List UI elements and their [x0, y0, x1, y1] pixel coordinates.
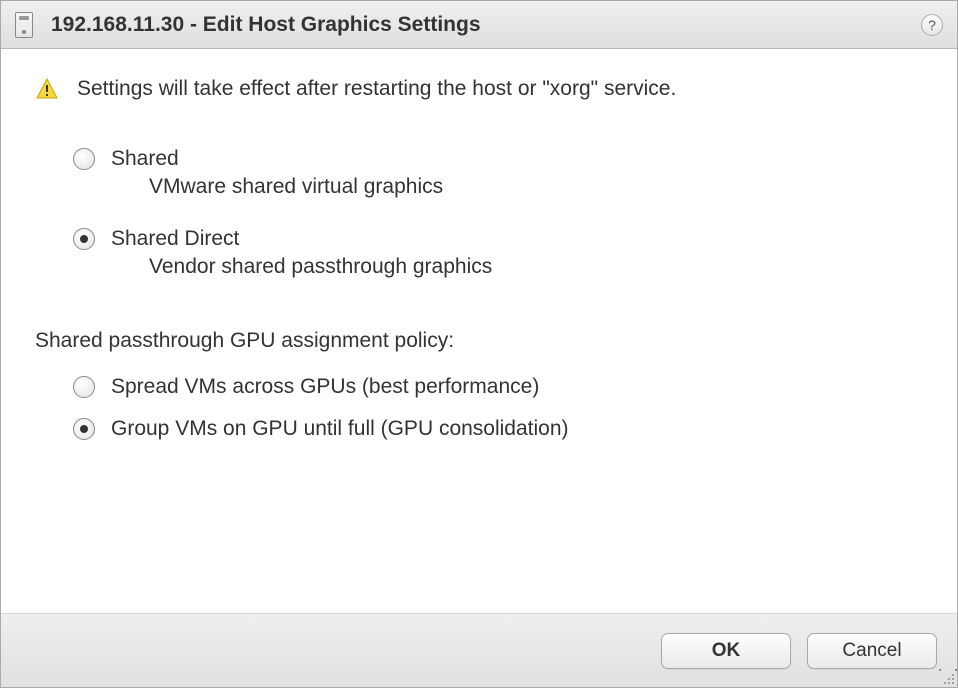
radio-icon — [73, 376, 95, 398]
host-icon — [15, 12, 33, 38]
ok-button[interactable]: OK — [661, 633, 791, 669]
graphics-mode-shared-direct-desc: Vendor shared passthrough graphics — [73, 255, 923, 279]
radio-label: Group VMs on GPU until full (GPU consoli… — [111, 417, 569, 441]
dialog-title: 192.168.11.30 - Edit Host Graphics Setti… — [51, 13, 481, 37]
policy-section-label: Shared passthrough GPU assignment policy… — [35, 329, 923, 353]
titlebar: 192.168.11.30 - Edit Host Graphics Setti… — [1, 1, 957, 49]
radio-icon — [73, 418, 95, 440]
graphics-mode-shared-desc: VMware shared virtual graphics — [73, 175, 923, 199]
radio-icon — [73, 228, 95, 250]
policy-spread[interactable]: Spread VMs across GPUs (best performance… — [73, 375, 923, 399]
warning-message: Settings will take effect after restarti… — [35, 77, 923, 101]
radio-label: Shared Direct — [111, 227, 239, 251]
dialog-content: Settings will take effect after restarti… — [1, 49, 957, 613]
dialog-footer: OK Cancel — [1, 613, 957, 687]
radio-label: Spread VMs across GPUs (best performance… — [111, 375, 539, 399]
warning-icon — [35, 77, 59, 101]
cancel-button[interactable]: Cancel — [807, 633, 937, 669]
resize-grip-icon[interactable] — [939, 669, 955, 685]
graphics-mode-group: Shared VMware shared virtual graphics Sh… — [35, 147, 923, 279]
graphics-mode-shared[interactable]: Shared — [73, 147, 923, 171]
help-icon[interactable]: ? — [921, 14, 943, 36]
policy-group: Spread VMs across GPUs (best performance… — [35, 375, 923, 441]
radio-label: Shared — [111, 147, 179, 171]
graphics-mode-shared-direct[interactable]: Shared Direct — [73, 227, 923, 251]
radio-icon — [73, 148, 95, 170]
policy-group-consolidation[interactable]: Group VMs on GPU until full (GPU consoli… — [73, 417, 923, 441]
warning-text: Settings will take effect after restarti… — [77, 77, 676, 101]
